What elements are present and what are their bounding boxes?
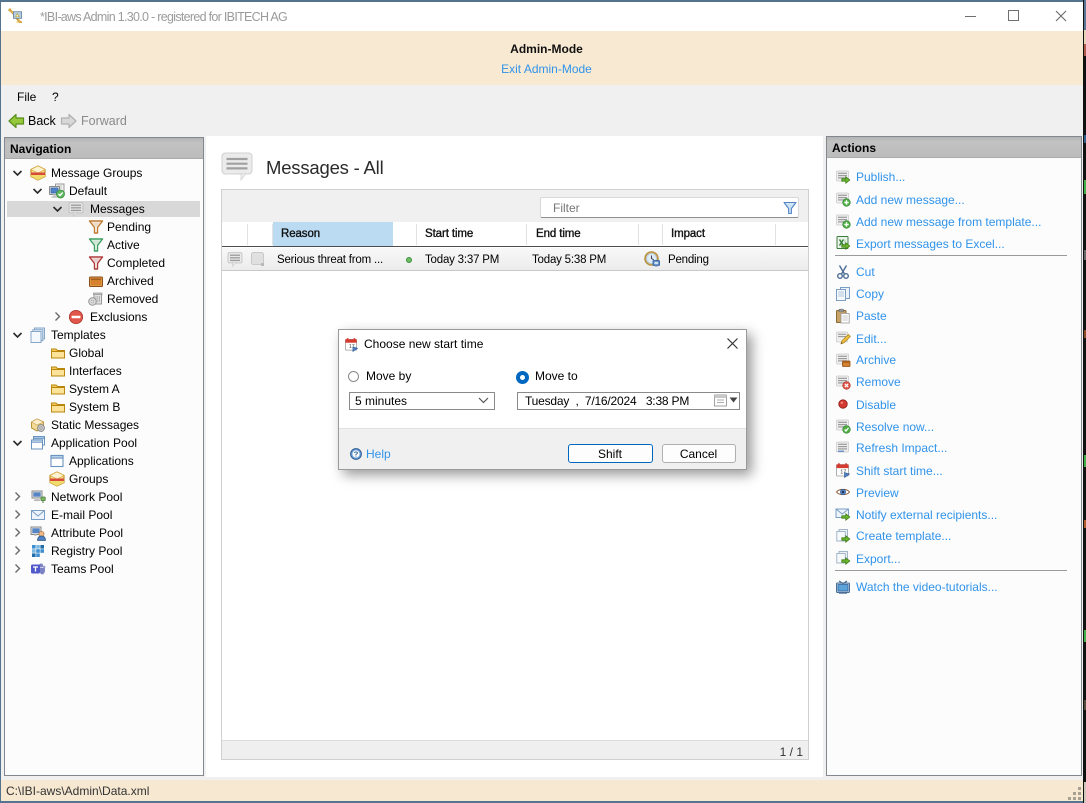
- svg-text:?: ?: [354, 450, 359, 459]
